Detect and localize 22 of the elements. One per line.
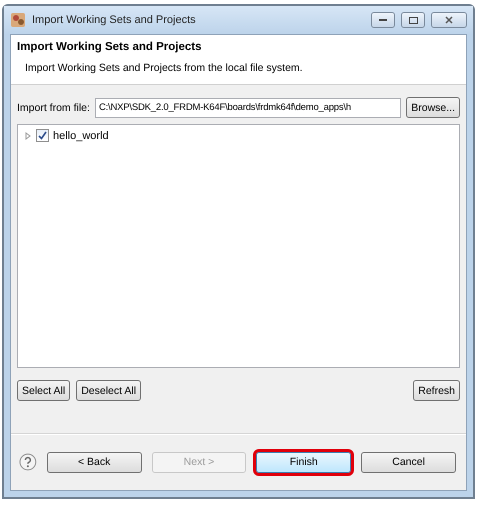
page-description: Import Working Sets and Projects from the local file system. <box>24 62 304 74</box>
wizard-button[interactable]: < Back <box>46 452 142 472</box>
close-icon <box>445 16 453 24</box>
close-button[interactable] <box>431 12 467 28</box>
checkbox[interactable] <box>36 129 49 142</box>
window-title: Import Working Sets and Projects <box>32 14 197 26</box>
page-title: Import Working Sets and Projects <box>17 41 202 53</box>
browse-button[interactable]: Browse... <box>406 97 460 118</box>
maximize-button[interactable] <box>401 12 425 28</box>
minimize-button[interactable] <box>371 12 395 28</box>
help-icon[interactable] <box>19 453 37 471</box>
expand-icon[interactable] <box>24 132 32 140</box>
app-icon <box>10 12 26 28</box>
maximize-icon <box>408 16 418 24</box>
file-path-field[interactable]: C:\NXP\SDK_2.0_FRDM-K64F\boards\frdmk64f\demo_apps\h <box>94 98 402 118</box>
tree-item[interactable]: hello_world <box>53 130 109 142</box>
refresh-button[interactable]: Refresh <box>413 380 460 401</box>
wizard-button[interactable]: Cancel <box>361 452 456 472</box>
selection-button[interactable]: Select All <box>17 380 70 401</box>
minimize-icon <box>379 18 387 22</box>
import-label: Import from file: <box>17 102 90 114</box>
selection-button[interactable]: Deselect All <box>76 380 142 401</box>
